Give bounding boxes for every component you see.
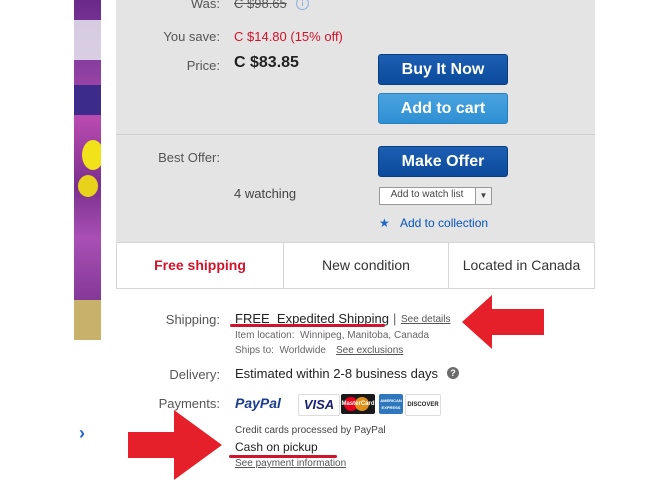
cash-on-pickup: Cash on pickup bbox=[235, 440, 318, 454]
shipping-label: Shipping: bbox=[165, 312, 220, 327]
visa-logo: VISA bbox=[298, 394, 340, 416]
price-label: Price: bbox=[186, 58, 220, 73]
annotation-underline bbox=[230, 324, 385, 327]
highlights-bar: Free shipping New condition Located in C… bbox=[116, 242, 595, 289]
best-offer-label: Best Offer: bbox=[158, 150, 220, 165]
item-location: Item location: Winnipeg, Manitoba, Canad… bbox=[235, 330, 429, 341]
free-shipping-highlight: Free shipping bbox=[154, 257, 246, 273]
buy-it-now-button[interactable]: Buy It Now bbox=[378, 54, 508, 85]
was-price: C $98.65 bbox=[234, 0, 287, 11]
condition-highlight: New condition bbox=[322, 257, 410, 273]
location-highlight: Located in Canada bbox=[462, 257, 581, 273]
help-icon[interactable]: ? bbox=[447, 367, 459, 379]
price-value: C $83.85 bbox=[234, 54, 299, 71]
mastercard-logo: MasterCard bbox=[341, 394, 375, 414]
add-to-collection-link[interactable]: Add to collection bbox=[400, 216, 488, 230]
add-to-cart-button[interactable]: Add to cart bbox=[378, 93, 508, 124]
you-save-value: C $14.80 (15% off) bbox=[234, 29, 343, 44]
delivery-label: Delivery: bbox=[169, 367, 220, 382]
panel-divider bbox=[116, 134, 595, 135]
discover-logo: DISCOVER bbox=[405, 394, 441, 416]
you-save-label: You save: bbox=[163, 29, 220, 44]
see-payment-info-link[interactable]: See payment information bbox=[235, 458, 346, 469]
watching-count: 4 watching bbox=[234, 186, 297, 201]
was-label: Was: bbox=[190, 0, 220, 11]
delivery-value: Estimated within 2-8 business days bbox=[235, 366, 439, 381]
dropdown-arrow-icon[interactable]: ▼ bbox=[475, 188, 491, 204]
see-details-link[interactable]: See details bbox=[401, 314, 450, 325]
product-image-strip[interactable] bbox=[74, 0, 101, 340]
see-exclusions-link[interactable]: See exclusions bbox=[336, 345, 403, 356]
shipping-separator: | bbox=[393, 311, 397, 326]
star-icon[interactable]: ★ bbox=[379, 216, 390, 230]
credit-card-note: Credit cards processed by PayPal bbox=[235, 425, 386, 436]
amex-logo: AMERICAN EXPRESS bbox=[379, 394, 403, 414]
chevron-right-icon[interactable]: › bbox=[79, 424, 93, 442]
paypal-text: PayPal bbox=[235, 395, 281, 411]
watch-list-dropdown[interactable]: Add to watch list ▼ bbox=[379, 187, 492, 205]
arrow-left-icon bbox=[462, 295, 544, 349]
ships-to: Ships to: Worldwide bbox=[235, 345, 326, 356]
paypal-logo: PayPal bbox=[235, 395, 281, 411]
watch-list-label: Add to watch list bbox=[390, 189, 464, 200]
payments-label: Payments: bbox=[158, 396, 220, 411]
arrow-right-icon bbox=[128, 410, 222, 480]
make-offer-button[interactable]: Make Offer bbox=[378, 146, 508, 177]
